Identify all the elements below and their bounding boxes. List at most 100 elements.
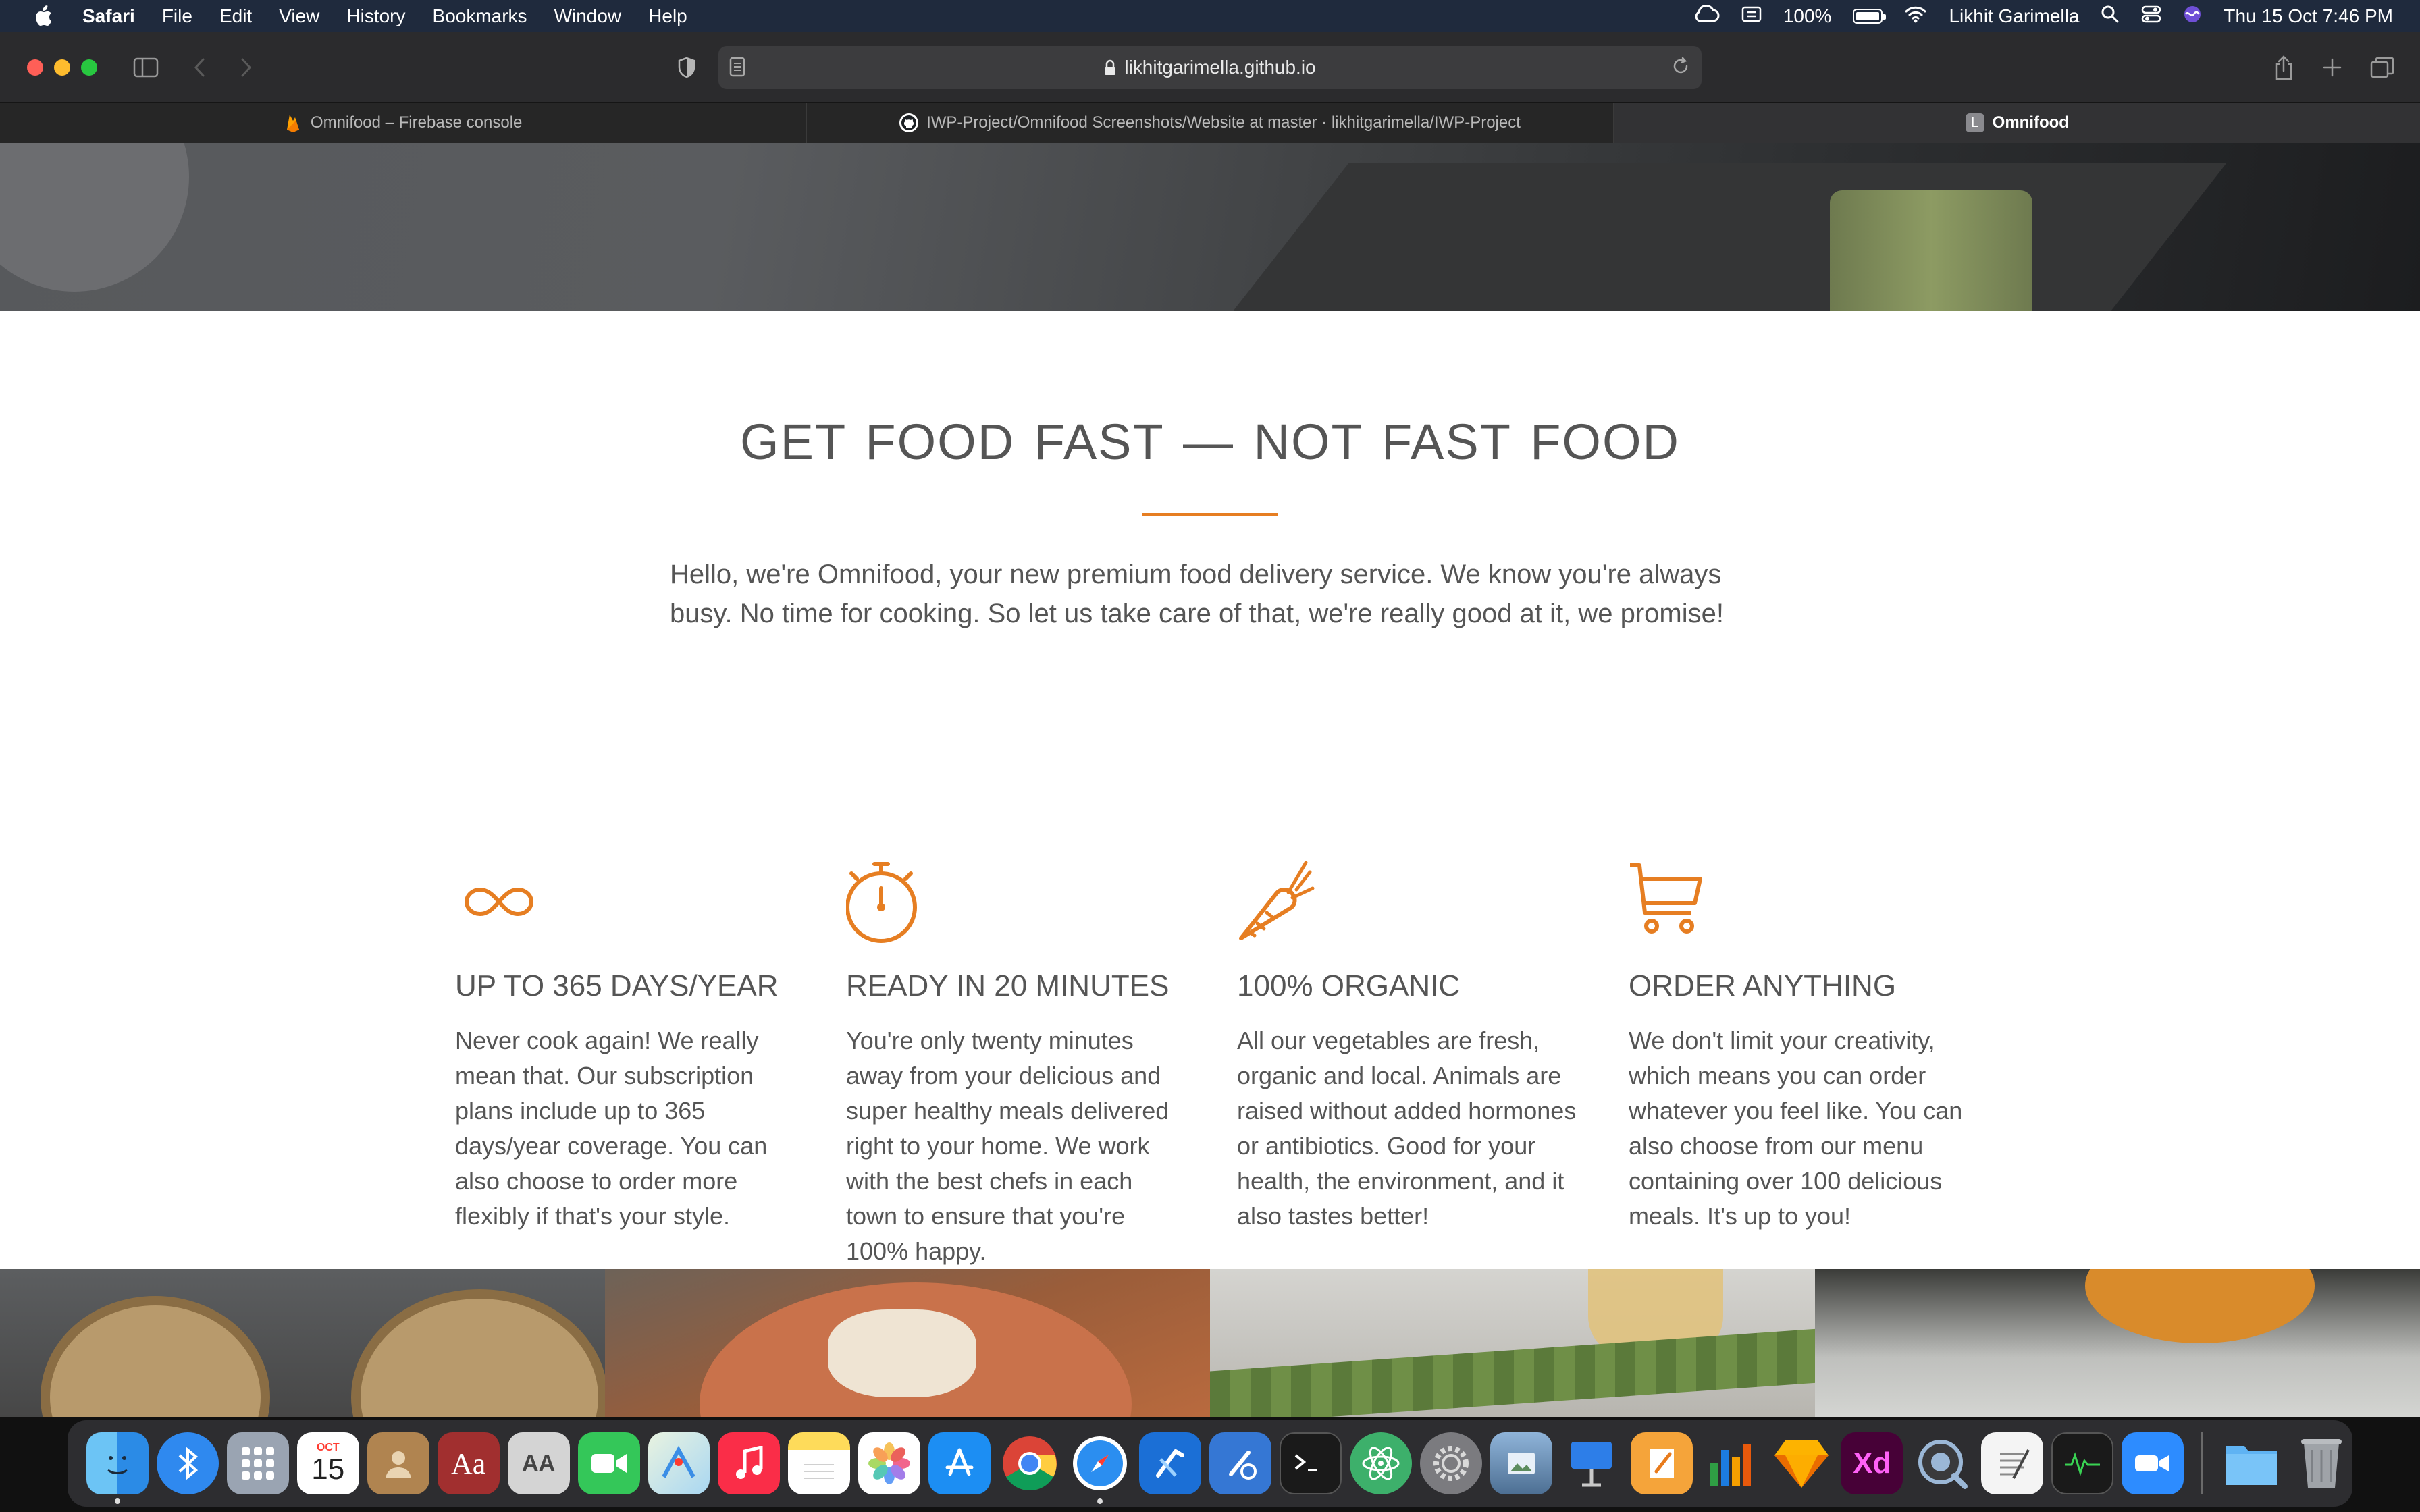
feature-text: We don't limit your creativity, which me… — [1629, 1027, 1963, 1230]
feature-heading: 100% ORGANIC — [1237, 969, 1461, 1002]
sketch-icon[interactable] — [1771, 1432, 1833, 1494]
dock-divider — [2201, 1432, 2203, 1494]
carrot-icon — [1237, 859, 1325, 946]
atom-icon[interactable] — [1349, 1432, 1412, 1494]
back-icon[interactable] — [190, 53, 208, 82]
launchpad-icon[interactable] — [226, 1432, 289, 1494]
creative-cloud-icon[interactable] — [1693, 4, 1720, 28]
feature-text: Never cook again! We really mean that. O… — [455, 1027, 768, 1230]
reader-mode-icon[interactable] — [729, 57, 745, 82]
trash-icon[interactable] — [2290, 1432, 2352, 1494]
input-menu-icon[interactable] — [1741, 5, 1762, 27]
address-bar[interactable]: likhitgarimella.github.io — [718, 46, 1702, 89]
menu-app-safari[interactable]: Safari — [82, 5, 135, 27]
keynote-icon[interactable] — [1560, 1432, 1623, 1494]
letter-l-icon: L — [1965, 113, 1984, 132]
pizza-photo[interactable] — [605, 1269, 1210, 1418]
pages-icon[interactable] — [1630, 1432, 1693, 1494]
tab-bar: Omnifood – Firebase console IWP-Project/… — [0, 103, 2420, 143]
feature-order: ORDER ANYTHING We don't limit your creat… — [1629, 859, 1973, 1234]
zoom-icon[interactable] — [2122, 1432, 2184, 1494]
system-preferences-icon[interactable] — [1419, 1432, 1482, 1494]
vegetables-shape — [1830, 190, 2032, 310]
spotlight-search-icon[interactable] — [2101, 5, 2120, 28]
running-indicator — [1097, 1498, 1103, 1504]
terminal-icon[interactable] — [1279, 1432, 1342, 1494]
clock-datetime[interactable]: Thu 15 Oct 7:46 PM — [2224, 5, 2393, 27]
section-title: GET FOOD FAST — NOT FAST FOOD — [740, 414, 1680, 470]
notes-icon[interactable] — [788, 1432, 851, 1494]
pumpkin-shape — [2085, 1269, 2315, 1343]
tab-overview-icon[interactable] — [2370, 53, 2394, 82]
music-icon[interactable] — [718, 1432, 781, 1494]
intro-text: Hello, we're Omnifood, your new premium … — [670, 560, 1724, 628]
github-icon — [899, 113, 919, 132]
instruments-icon[interactable] — [1209, 1432, 1271, 1494]
downloads-folder-icon[interactable] — [2220, 1432, 2282, 1494]
feature-text: All our vegetables are fresh, organic an… — [1237, 1027, 1577, 1230]
dictionary-icon[interactable]: Aa — [437, 1432, 500, 1494]
cart-icon — [1629, 859, 1716, 946]
asparagus-photo[interactable] — [1210, 1269, 1815, 1418]
control-center-icon[interactable] — [2141, 5, 2161, 28]
numbers-icon[interactable] — [1701, 1432, 1763, 1494]
adobe-xd-icon[interactable]: Xd — [1841, 1432, 1903, 1494]
feature-heading: UP TO 365 DAYS/YEAR — [455, 969, 779, 1002]
wifi-icon[interactable] — [1904, 5, 1927, 28]
textedit-icon[interactable] — [1981, 1432, 2044, 1494]
maps-icon[interactable] — [648, 1432, 710, 1494]
mozzarella-shape — [828, 1310, 976, 1397]
siri-icon[interactable] — [2183, 5, 2202, 28]
reload-icon[interactable] — [1671, 55, 1691, 82]
close-window-button[interactable] — [27, 59, 43, 76]
safari-icon[interactable] — [1069, 1432, 1131, 1504]
bluetooth-icon[interactable] — [156, 1432, 219, 1494]
share-icon[interactable] — [2273, 53, 2294, 82]
xcode-icon[interactable] — [1139, 1432, 1201, 1494]
menu-bookmarks[interactable]: Bookmarks — [433, 5, 527, 27]
tab-omnifood[interactable]: L Omnifood — [1614, 103, 2420, 143]
menu-history[interactable]: History — [346, 5, 405, 27]
asparagus-shape — [1210, 1328, 1815, 1418]
meals-gallery — [0, 1269, 2420, 1418]
chrome-icon[interactable] — [999, 1432, 1061, 1494]
menu-file[interactable]: File — [162, 5, 192, 27]
photos-icon[interactable] — [858, 1432, 921, 1494]
forward-icon[interactable] — [238, 53, 255, 82]
dumplings-photo[interactable] — [0, 1269, 605, 1418]
apple-menu-icon[interactable] — [27, 5, 59, 27]
facetime-icon[interactable] — [577, 1432, 640, 1494]
fullscreen-window-button[interactable] — [81, 59, 97, 76]
sidebar-toggle-icon[interactable] — [132, 53, 159, 82]
tab-label: Omnifood — [1992, 113, 2069, 132]
tab-github[interactable]: IWP-Project/Omnifood Screenshots/Website… — [807, 103, 1614, 143]
dock: OCT 15 Aa AA Xd — [68, 1420, 2352, 1507]
menu-window[interactable]: Window — [554, 5, 622, 27]
pumpkin-photo[interactable] — [1815, 1269, 2420, 1418]
contacts-icon[interactable] — [367, 1432, 429, 1494]
tab-label: Omnifood – Firebase console — [310, 113, 523, 132]
font-book-icon[interactable]: AA — [507, 1432, 570, 1494]
menu-view[interactable]: View — [279, 5, 319, 27]
menu-edit[interactable]: Edit — [219, 5, 252, 27]
tab-firebase-console[interactable]: Omnifood – Firebase console — [0, 103, 808, 143]
menu-help[interactable]: Help — [648, 5, 687, 27]
web-content: GET FOOD FAST — NOT FAST FOOD Hello, we'… — [0, 143, 2420, 1418]
title-divider — [1142, 513, 1278, 516]
new-tab-icon[interactable] — [2321, 53, 2343, 82]
battery-icon[interactable] — [1853, 9, 1887, 24]
feature-minutes: READY IN 20 MINUTES You're only twenty m… — [845, 859, 1190, 1269]
app-store-icon[interactable] — [928, 1432, 991, 1494]
calendar-icon[interactable]: OCT 15 — [296, 1432, 359, 1494]
preview-icon[interactable] — [1490, 1432, 1552, 1494]
quicktime-icon[interactable] — [1911, 1432, 1973, 1494]
minimize-window-button[interactable] — [54, 59, 70, 76]
user-name[interactable]: Likhit Garimella — [1949, 5, 2079, 27]
activity-monitor-icon[interactable] — [2051, 1432, 2114, 1494]
tab-label: IWP-Project/Omnifood Screenshots/Website… — [926, 113, 1521, 132]
lock-icon — [1104, 59, 1116, 76]
feature-text: You're only twenty minutes away from you… — [846, 1027, 1169, 1265]
running-indicator — [115, 1498, 120, 1504]
privacy-shield-icon[interactable] — [677, 53, 697, 82]
finder-icon[interactable] — [86, 1432, 149, 1504]
